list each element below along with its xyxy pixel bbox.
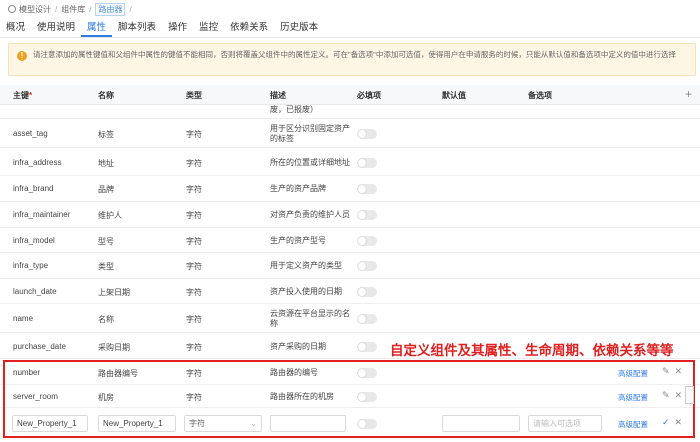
model-design-icon bbox=[8, 5, 16, 13]
col-default: 默认值 bbox=[442, 90, 466, 101]
type-text: 字符 bbox=[186, 261, 202, 272]
desc-text: 废，已报废） bbox=[270, 105, 350, 115]
annotation-text: 自定义组件及其属性、生命周期、依赖关系等等 bbox=[390, 339, 674, 359]
col-options: 备选项 bbox=[528, 90, 552, 101]
desc-text: 所在的位置或详细地址 bbox=[270, 158, 350, 168]
required-toggle[interactable] bbox=[357, 261, 377, 271]
highlight-box bbox=[3, 360, 695, 438]
type-text: 字符 bbox=[186, 287, 202, 298]
side-handle[interactable] bbox=[685, 386, 694, 404]
table-row: launch_date 上架日期 字符 资产投入使用的日期 bbox=[0, 279, 700, 304]
notice-banner: ! 请注意添加的属性键值和父组件中属性的键值不能相同，否则将覆盖父组件中的属性定… bbox=[8, 43, 696, 76]
type-text: 字符 bbox=[186, 314, 202, 325]
name-text: 名称 bbox=[98, 314, 114, 325]
tab-dependencies[interactable]: 依赖关系 bbox=[224, 18, 274, 37]
key-text: infra_brand bbox=[13, 184, 53, 193]
col-desc: 描述 bbox=[270, 90, 286, 101]
key-text: infra_type bbox=[13, 261, 48, 270]
table-row: infra_maintainer 维护人 字符 对资产负责的维护人员 bbox=[0, 202, 700, 228]
key-text: infra_maintainer bbox=[13, 210, 70, 219]
key-text: purchase_date bbox=[13, 342, 66, 351]
required-toggle[interactable] bbox=[357, 158, 377, 168]
col-required: 必填项 bbox=[357, 90, 381, 101]
key-text: infra_address bbox=[13, 158, 61, 167]
desc-text: 对资产负责的维护人员 bbox=[270, 210, 350, 220]
name-text: 上架日期 bbox=[98, 287, 130, 298]
tab-properties[interactable]: 属性 bbox=[81, 18, 112, 37]
warning-icon: ! bbox=[17, 51, 27, 61]
required-toggle[interactable] bbox=[357, 129, 377, 139]
key-text: name bbox=[13, 314, 33, 323]
desc-text: 用于区分识别固定资产的标签 bbox=[270, 124, 350, 144]
name-text: 采购日期 bbox=[98, 342, 130, 353]
type-text: 字符 bbox=[186, 158, 202, 169]
desc-text: 资产采购的日期 bbox=[270, 342, 350, 352]
add-column-icon[interactable]: + bbox=[685, 87, 692, 101]
breadcrumb-item-component-library[interactable]: 组件库 bbox=[61, 4, 85, 15]
type-text: 字符 bbox=[186, 236, 202, 247]
type-text: 字符 bbox=[186, 210, 202, 221]
tab-usage[interactable]: 使用说明 bbox=[31, 18, 81, 37]
name-text: 维护人 bbox=[98, 210, 122, 221]
tab-history[interactable]: 历史版本 bbox=[274, 18, 324, 37]
desc-text: 资产投入使用的日期 bbox=[270, 287, 350, 297]
table-row: infra_type 类型 字符 用于定义资产的类型 bbox=[0, 253, 700, 279]
breadcrumb: 模型设计 / 组件库 / 路由器 / bbox=[8, 3, 136, 15]
desc-text: 生产的资产品牌 bbox=[270, 184, 350, 194]
notice-text: 请注意添加的属性键值和父组件中属性的键值不能相同，否则将覆盖父组件中的属性定义。… bbox=[33, 49, 676, 60]
type-text: 字符 bbox=[186, 129, 202, 140]
required-toggle[interactable] bbox=[357, 314, 377, 324]
desc-text: 生产的资产型号 bbox=[270, 236, 350, 246]
type-text: 字符 bbox=[186, 184, 202, 195]
type-text: 字符 bbox=[186, 342, 202, 353]
desc-text: 云资源在平台显示的名称 bbox=[270, 309, 350, 329]
name-text: 标签 bbox=[98, 129, 114, 140]
tab-operations[interactable]: 操作 bbox=[162, 18, 193, 37]
col-key: 主键* bbox=[13, 90, 32, 101]
col-name: 名称 bbox=[98, 90, 114, 101]
name-text: 型号 bbox=[98, 236, 114, 247]
desc-text: 用于定义资产的类型 bbox=[270, 261, 350, 271]
breadcrumb-item-model-design[interactable]: 模型设计 bbox=[19, 4, 51, 15]
required-toggle[interactable] bbox=[357, 287, 377, 297]
key-text: infra_model bbox=[13, 236, 55, 245]
required-toggle[interactable] bbox=[357, 342, 377, 352]
table-row: infra_model 型号 字符 生产的资产型号 bbox=[0, 228, 700, 253]
key-text: launch_date bbox=[13, 287, 57, 296]
table-row: name 名称 字符 云资源在平台显示的名称 bbox=[0, 304, 700, 333]
key-text: asset_tag bbox=[13, 129, 48, 138]
table-row: infra_address 地址 字符 所在的位置或详细地址 bbox=[0, 148, 700, 176]
name-text: 类型 bbox=[98, 261, 114, 272]
tab-bar: 概况 使用说明 属性 脚本列表 操作 监控 依赖关系 历史版本 bbox=[0, 18, 700, 38]
table-row-partial: 废，已报废） bbox=[0, 105, 700, 119]
table-header: 主键* 名称 类型 描述 必填项 默认值 备选项 + bbox=[0, 85, 700, 105]
tab-monitoring[interactable]: 监控 bbox=[193, 18, 224, 37]
tab-overview[interactable]: 概况 bbox=[0, 18, 31, 37]
required-toggle[interactable] bbox=[357, 236, 377, 246]
required-toggle[interactable] bbox=[357, 210, 377, 220]
table-row: asset_tag 标签 字符 用于区分识别固定资产的标签 bbox=[0, 119, 700, 148]
breadcrumb-item-router: 路由器 bbox=[95, 3, 125, 16]
table-row: infra_brand 品牌 字符 生产的资产品牌 bbox=[0, 176, 700, 202]
name-text: 地址 bbox=[98, 158, 114, 169]
col-type: 类型 bbox=[186, 90, 202, 101]
tab-scripts[interactable]: 脚本列表 bbox=[112, 18, 162, 37]
required-toggle[interactable] bbox=[357, 184, 377, 194]
name-text: 品牌 bbox=[98, 184, 114, 195]
